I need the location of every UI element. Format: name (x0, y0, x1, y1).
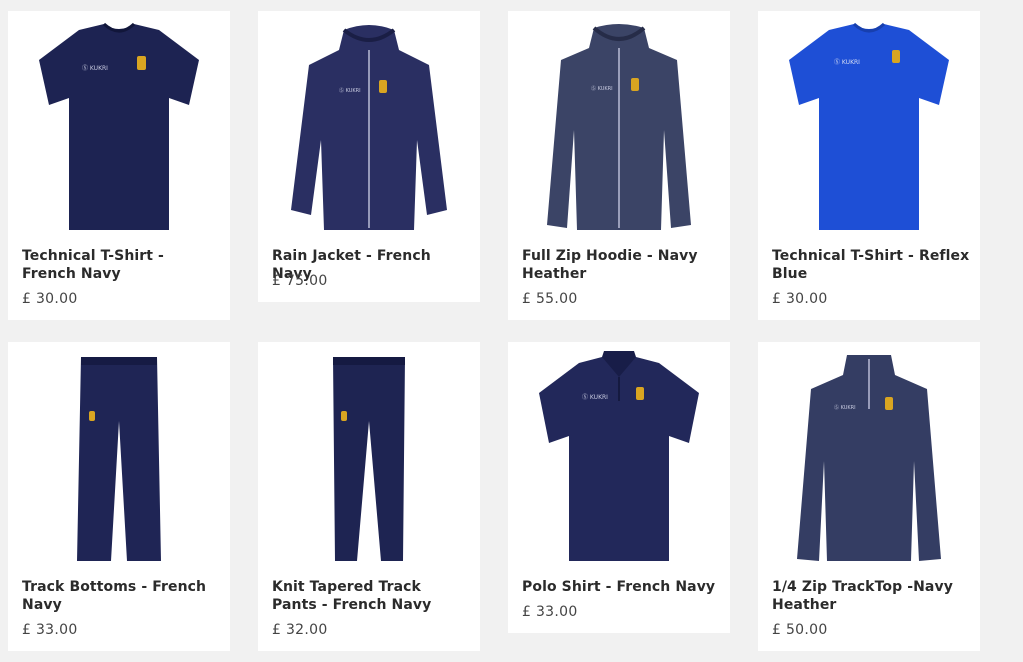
svg-text:Ⓢ KUKRI: Ⓢ KUKRI (82, 64, 108, 72)
product-title[interactable]: Knit Tapered Track Pants - French Navy (272, 578, 470, 614)
product-price: £ 32.00 (272, 622, 328, 638)
svg-text:Ⓢ KUKRI: Ⓢ KUKRI (582, 393, 608, 401)
product-title[interactable]: Technical T-Shirt - Reflex Blue (772, 247, 970, 283)
product-price: £ 50.00 (772, 622, 828, 638)
product-image[interactable]: Ⓢ KUKRI (508, 11, 730, 243)
product-card[interactable]: Ⓢ KUKRI Full Zip Hoodie - Navy Heather £… (508, 11, 730, 320)
product-card[interactable]: Knit Tapered Track Pants - French Navy £… (258, 342, 480, 651)
product-image[interactable] (8, 342, 230, 574)
product-title[interactable]: Technical T-Shirt - French Navy (22, 247, 220, 283)
product-image[interactable]: Ⓢ KUKRI (8, 11, 230, 243)
product-card[interactable]: Ⓢ KUKRI Rain Jacket - French Navy £ 75.0… (258, 11, 480, 302)
product-image[interactable]: Ⓢ KUKRI (758, 11, 980, 243)
svg-text:Ⓢ KUKRI: Ⓢ KUKRI (591, 85, 613, 92)
product-image[interactable]: Ⓢ KUKRI (758, 342, 980, 574)
product-image[interactable]: Ⓢ KUKRI (258, 11, 480, 243)
svg-text:Ⓢ KUKRI: Ⓢ KUKRI (339, 87, 361, 94)
product-price: £ 30.00 (772, 291, 828, 307)
product-title[interactable]: Polo Shirt - French Navy (522, 578, 720, 596)
product-card[interactable]: Ⓢ KUKRI 1/4 Zip TrackTop -Navy Heather £… (758, 342, 980, 651)
svg-text:Ⓢ KUKRI: Ⓢ KUKRI (834, 404, 856, 411)
product-card[interactable]: Ⓢ KUKRI Technical T-Shirt - French Navy … (8, 11, 230, 320)
product-price: £ 75.00 (272, 273, 328, 289)
product-price: £ 30.00 (22, 291, 78, 307)
product-price: £ 33.00 (22, 622, 78, 638)
product-price: £ 33.00 (522, 604, 578, 620)
product-title[interactable]: Full Zip Hoodie - Navy Heather (522, 247, 720, 283)
product-price: £ 55.00 (522, 291, 578, 307)
product-title[interactable]: Track Bottoms - French Navy (22, 578, 220, 614)
product-image[interactable]: Ⓢ KUKRI (508, 342, 730, 574)
product-card[interactable]: Ⓢ KUKRI Technical T-Shirt - Reflex Blue … (758, 11, 980, 320)
product-card[interactable]: Ⓢ KUKRI Polo Shirt - French Navy £ 33.00 (508, 342, 730, 633)
product-title[interactable]: 1/4 Zip TrackTop -Navy Heather (772, 578, 970, 614)
product-grid: Ⓢ KUKRI Technical T-Shirt - French Navy … (0, 0, 1023, 662)
product-card[interactable]: Track Bottoms - French Navy £ 33.00 (8, 342, 230, 651)
product-image[interactable] (258, 342, 480, 574)
svg-text:Ⓢ KUKRI: Ⓢ KUKRI (834, 58, 860, 66)
